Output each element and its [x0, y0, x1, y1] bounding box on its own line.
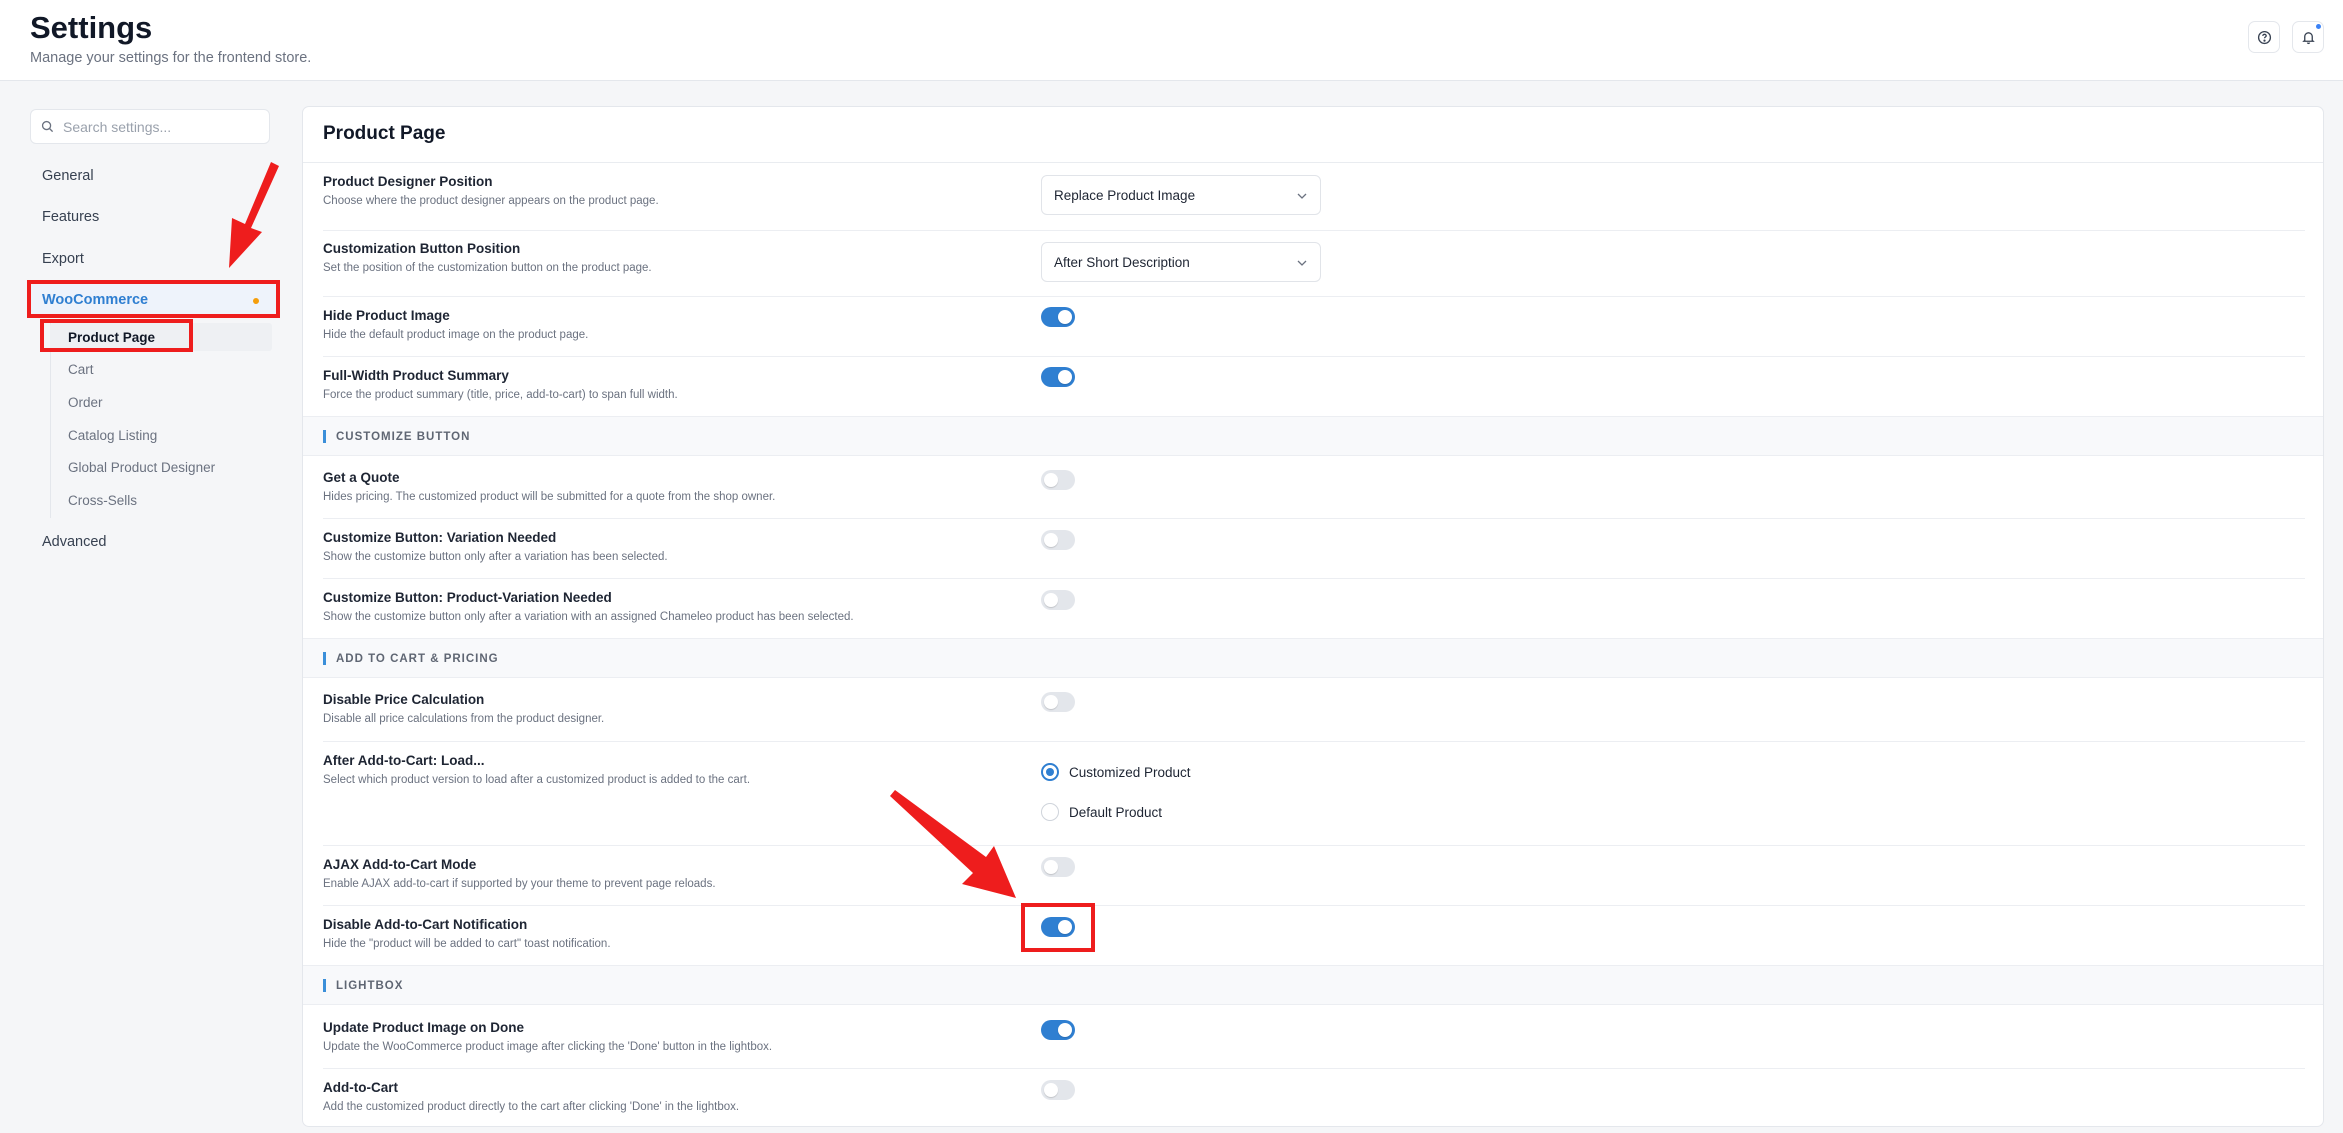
help-button[interactable] — [2248, 21, 2280, 53]
subitem-global-product-designer[interactable]: Global Product Designer — [68, 460, 215, 475]
section-title: CUSTOMIZE BUTTON — [336, 431, 471, 443]
setting-description: Enable AJAX add-to-cart if supported by … — [323, 878, 716, 890]
top-header: Settings Manage your settings for the fr… — [0, 0, 2343, 81]
sidebar-item-advanced[interactable]: Advanced — [42, 534, 107, 550]
setting-description: Select which product version to load aft… — [323, 774, 751, 786]
setting-label: Customize Button: Variation Needed — [323, 530, 557, 545]
customization-button-position-select[interactable]: After Short Description — [1041, 242, 1321, 282]
panel-divider — [303, 162, 2323, 163]
get-a-quote-toggle[interactable] — [1041, 470, 1075, 490]
toggle-knob — [1044, 533, 1058, 547]
setting-description: Update the WooCommerce product image aft… — [323, 1041, 773, 1053]
setting-description: Hide the default product image on the pr… — [323, 329, 589, 341]
setting-label: Customize Button: Product-Variation Need… — [323, 590, 612, 605]
setting-description: Set the position of the customization bu… — [323, 262, 652, 274]
row-divider — [323, 518, 2305, 519]
toggle-knob — [1044, 593, 1058, 607]
row-divider — [323, 230, 2305, 231]
setting-description: Choose where the product designer appear… — [323, 195, 659, 207]
toggle-knob — [1044, 1083, 1058, 1097]
chevron-down-icon — [1297, 193, 1307, 199]
toggle-knob — [1058, 370, 1072, 384]
annotation-box-notification-toggle — [1021, 903, 1095, 952]
sidebar-item-features[interactable]: Features — [42, 209, 99, 225]
ajax-add-to-cart-toggle[interactable] — [1041, 857, 1075, 877]
radio-label[interactable]: Default Product — [1069, 805, 1162, 820]
section-accent-bar — [323, 979, 326, 992]
notification-dot — [2316, 24, 2321, 29]
settings-panel: Product Page Product Designer Position C… — [302, 106, 2324, 1127]
subitem-cart[interactable]: Cart — [68, 362, 94, 377]
toggle-knob — [1044, 860, 1058, 874]
sidebar-item-export[interactable]: Export — [42, 251, 84, 267]
section-title: ADD TO CART & PRICING — [336, 653, 499, 665]
section-customize-button: CUSTOMIZE BUTTON — [303, 416, 2323, 456]
setting-description: Show the customize button only after a v… — [323, 551, 668, 563]
search-input[interactable] — [63, 118, 263, 135]
setting-label: Disable Add-to-Cart Notification — [323, 917, 528, 932]
bell-icon — [2301, 31, 2315, 44]
setting-description: Force the product summary (title, price,… — [323, 389, 678, 401]
section-lightbox: LIGHTBOX — [303, 965, 2323, 1005]
help-icon — [2257, 30, 2271, 44]
setting-label: Product Designer Position — [323, 174, 493, 189]
section-add-to-cart-pricing: ADD TO CART & PRICING — [303, 638, 2323, 678]
setting-description: Hide the "product will be added to cart"… — [323, 938, 611, 950]
setting-label: Add-to-Cart — [323, 1080, 398, 1095]
hide-product-image-toggle[interactable] — [1041, 307, 1075, 327]
settings-search[interactable] — [30, 109, 270, 144]
setting-label: Disable Price Calculation — [323, 692, 485, 707]
select-value: Replace Product Image — [1054, 188, 1196, 203]
setting-label: Full-Width Product Summary — [323, 368, 509, 383]
disable-price-calculation-toggle[interactable] — [1041, 692, 1075, 712]
setting-label: Customization Button Position — [323, 241, 521, 256]
panel-title: Product Page — [323, 123, 446, 144]
setting-description: Disable all price calculations from the … — [323, 713, 605, 725]
row-divider — [323, 741, 2305, 742]
section-accent-bar — [323, 430, 326, 443]
setting-label: AJAX Add-to-Cart Mode — [323, 857, 477, 872]
setting-description: Show the customize button only after a v… — [323, 611, 854, 623]
product-variation-needed-toggle[interactable] — [1041, 590, 1075, 610]
toggle-knob — [1044, 695, 1058, 709]
annotation-box-woocommerce — [27, 280, 280, 318]
page-subtitle: Manage your settings for the frontend st… — [30, 50, 312, 66]
radio-default-product[interactable] — [1041, 803, 1059, 821]
chevron-down-icon — [1297, 260, 1307, 266]
radio-label[interactable]: Customized Product — [1069, 765, 1191, 780]
update-product-image-toggle[interactable] — [1041, 1020, 1075, 1040]
row-divider — [323, 1068, 2305, 1069]
search-icon — [41, 120, 54, 133]
setting-description: Hides pricing. The customized product wi… — [323, 491, 776, 503]
subitem-order[interactable]: Order — [68, 395, 103, 410]
toggle-knob — [1058, 310, 1072, 324]
row-divider — [323, 578, 2305, 579]
annotation-box-product-page — [40, 319, 193, 352]
row-divider — [323, 905, 2305, 906]
lightbox-add-to-cart-toggle[interactable] — [1041, 1080, 1075, 1100]
toggle-knob — [1044, 473, 1058, 487]
sidebar-item-general[interactable]: General — [42, 168, 94, 184]
full-width-summary-toggle[interactable] — [1041, 367, 1075, 387]
radio-customized-product[interactable] — [1041, 763, 1059, 781]
select-value: After Short Description — [1054, 255, 1190, 270]
toggle-knob — [1058, 1023, 1072, 1037]
arrow-icon — [229, 162, 279, 268]
row-divider — [323, 845, 2305, 846]
variation-needed-toggle[interactable] — [1041, 530, 1075, 550]
setting-label: Hide Product Image — [323, 308, 450, 323]
page-title: Settings — [30, 10, 153, 45]
subitem-cross-sells[interactable]: Cross-Sells — [68, 493, 137, 508]
row-divider — [323, 356, 2305, 357]
subitem-catalog-listing[interactable]: Catalog Listing — [68, 428, 157, 443]
row-divider — [323, 296, 2305, 297]
section-title: LIGHTBOX — [336, 980, 404, 992]
setting-description: Add the customized product directly to t… — [323, 1101, 740, 1113]
notifications-button[interactable] — [2292, 21, 2324, 53]
setting-label: Update Product Image on Done — [323, 1020, 525, 1035]
setting-label: After Add-to-Cart: Load... — [323, 753, 485, 768]
setting-label: Get a Quote — [323, 470, 400, 485]
section-accent-bar — [323, 652, 326, 665]
product-designer-position-select[interactable]: Replace Product Image — [1041, 175, 1321, 215]
